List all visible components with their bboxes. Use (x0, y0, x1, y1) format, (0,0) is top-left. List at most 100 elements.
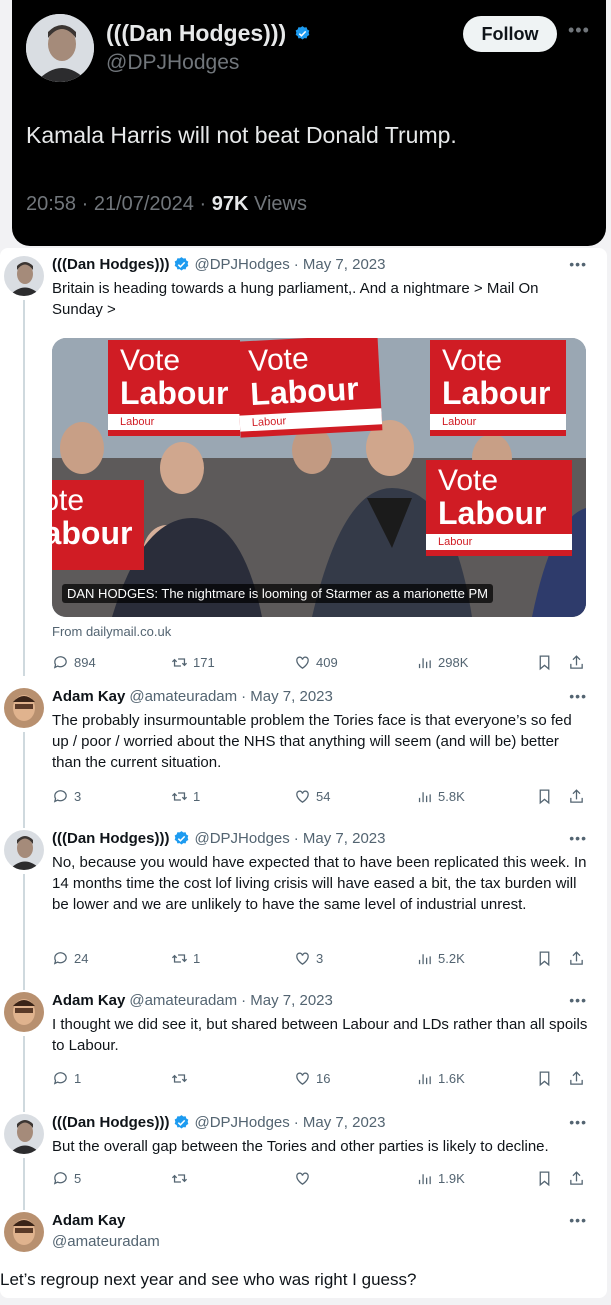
author-handle[interactable]: @DPJHodges (194, 256, 289, 273)
views-button[interactable]: 298K (416, 654, 468, 671)
thread-connector (23, 874, 25, 990)
sign-small-text: Labour (430, 414, 566, 430)
tweet-date[interactable]: · May 7, 2023 (294, 1114, 386, 1131)
author-name[interactable]: Adam Kay (52, 992, 125, 1009)
author-handle[interactable]: @amateuradam (129, 992, 237, 1009)
bookmark-button[interactable] (536, 654, 553, 671)
link-preview-card[interactable]: Vote Labour Labour Vote Labour Labour Vo… (52, 338, 586, 617)
reply-button[interactable]: 1 (52, 1070, 81, 1087)
like-button[interactable]: 54 (294, 788, 330, 805)
views-button[interactable]: 5.8K (416, 788, 465, 805)
bookmark-button[interactable] (536, 950, 553, 967)
author-handle[interactable]: @DPJHodges (194, 1114, 289, 1131)
reply-count: 5 (74, 1171, 82, 1186)
share-button[interactable] (568, 950, 585, 967)
tweet-header: Adam Kay (52, 1212, 125, 1229)
reply-button[interactable]: 5 (52, 1170, 81, 1187)
like-button[interactable]: 16 (294, 1070, 330, 1087)
more-options-icon[interactable]: ••• (569, 1114, 587, 1130)
author-name[interactable]: Adam Kay (52, 688, 125, 705)
author-handle[interactable]: @DPJHodges (106, 51, 239, 75)
tweet-date[interactable]: · May 7, 2023 (241, 688, 333, 705)
top-tweet: (((Dan Hodges))) @DPJHodges Follow ••• K… (12, 0, 606, 246)
more-options-icon[interactable]: ••• (569, 830, 587, 846)
reply-button[interactable]: 24 (52, 950, 88, 967)
avatar[interactable] (4, 688, 44, 728)
views-button[interactable]: 5.2K (416, 950, 465, 967)
share-icon (570, 951, 583, 965)
like-count: 54 (316, 789, 331, 804)
tweet-header: (((Dan Hodges))) @DPJHodges · May 7, 202… (52, 1114, 385, 1131)
more-options-icon[interactable]: ••• (569, 1212, 587, 1228)
tweet-date[interactable]: · May 7, 2023 (294, 256, 386, 273)
retweet-button[interactable] (171, 1170, 193, 1187)
bookmark-icon (539, 1071, 550, 1087)
author-name[interactable]: (((Dan Hodges))) (106, 20, 311, 47)
more-options-icon[interactable]: ••• (569, 992, 587, 1008)
bookmark-button[interactable] (536, 788, 553, 805)
author-name[interactable]: (((Dan Hodges))) (52, 256, 169, 273)
views-chart-icon (418, 1074, 431, 1085)
tweet-date[interactable]: · May 7, 2023 (241, 992, 333, 1009)
link-source[interactable]: From dailymail.co.uk (52, 624, 171, 639)
tweet-text: No, because you would have expected that… (52, 854, 587, 913)
like-button[interactable]: 409 (294, 654, 338, 671)
tweet-header: Adam Kay @amateuradam · May 7, 2023 (52, 992, 333, 1009)
retweet-button[interactable]: 1 (171, 950, 200, 967)
follow-button[interactable]: Follow (463, 16, 557, 52)
reply-count: 894 (74, 655, 96, 670)
views-chart-icon (418, 658, 431, 669)
share-button[interactable] (568, 654, 585, 671)
reply-icon (53, 656, 67, 669)
bookmark-button[interactable] (536, 1170, 553, 1187)
share-button[interactable] (568, 788, 585, 805)
tweet-date[interactable]: · May 7, 2023 (294, 830, 386, 847)
avatar[interactable] (4, 1114, 44, 1154)
bookmark-icon (539, 951, 550, 967)
views-button[interactable]: 1.6K (416, 1070, 465, 1087)
reply-button[interactable]: 3 (52, 788, 81, 805)
tweet-timestamp[interactable]: 20:58 · 21/07/2024 · (26, 193, 212, 215)
retweet-count: 1 (193, 951, 201, 966)
avatar[interactable] (4, 992, 44, 1032)
author-name-text[interactable]: (((Dan Hodges))) (106, 20, 286, 47)
views-chart-icon (418, 792, 431, 803)
author-handle[interactable]: @amateuradam (129, 688, 237, 705)
retweet-button[interactable]: 171 (171, 654, 215, 671)
bookmark-button[interactable] (536, 1070, 553, 1087)
more-options-icon[interactable]: ••• (568, 20, 590, 41)
author-handle[interactable]: @DPJHodges (194, 830, 289, 847)
avatar[interactable] (4, 830, 44, 870)
like-button[interactable] (294, 1170, 316, 1187)
author-name[interactable]: (((Dan Hodges))) (52, 1114, 169, 1131)
tweet-text: Let’s regroup next year and see who was … (0, 1270, 417, 1289)
reply-button[interactable]: 894 (52, 654, 96, 671)
share-button[interactable] (568, 1070, 585, 1087)
avatar[interactable] (4, 1212, 44, 1252)
avatar[interactable] (26, 14, 94, 82)
author-name[interactable]: Adam Kay (52, 1212, 125, 1229)
share-icon (570, 655, 583, 669)
share-icon (570, 1071, 583, 1085)
avatar[interactable] (4, 256, 44, 296)
retweet-count: 171 (193, 655, 215, 670)
author-name[interactable]: (((Dan Hodges))) (52, 830, 169, 847)
retweet-icon (171, 1074, 188, 1083)
tweet-meta: 20:58 · 21/07/2024 · 97K Views (26, 193, 307, 216)
retweet-count: 1 (193, 789, 201, 804)
views-count: 1.6K (438, 1071, 465, 1086)
share-button[interactable] (568, 1170, 585, 1187)
retweet-button[interactable]: 1 (171, 788, 200, 805)
more-options-icon[interactable]: ••• (569, 256, 587, 272)
thread-connector (23, 1158, 25, 1210)
like-button[interactable]: 3 (294, 950, 323, 967)
author-handle[interactable]: @amateuradam (52, 1233, 160, 1250)
retweet-icon (171, 954, 188, 963)
views-button[interactable]: 1.9K (416, 1170, 465, 1187)
retweet-button[interactable] (171, 1070, 193, 1087)
more-options-icon[interactable]: ••• (569, 688, 587, 704)
heart-icon (296, 656, 309, 669)
share-icon (570, 1171, 583, 1185)
vote-labour-sign: Vote Labour Labour (108, 340, 240, 436)
sign-labour-text: Labour (438, 495, 547, 531)
